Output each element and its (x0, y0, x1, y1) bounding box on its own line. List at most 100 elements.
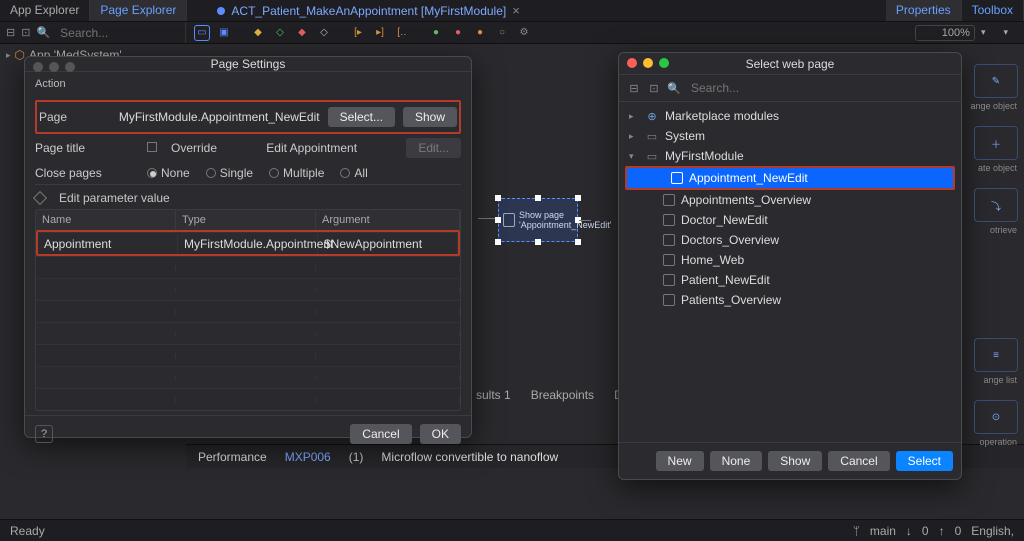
page-title-label: Page title (35, 141, 139, 155)
expand-icon-2[interactable]: ⊡ (647, 81, 661, 95)
chevron-right-icon: ▸ (629, 111, 639, 122)
dialog2-title: Select web page (746, 57, 835, 71)
page-icon (503, 213, 515, 227)
diamond-icon[interactable]: ◆ (250, 25, 266, 41)
bracket-icon-3[interactable]: [‥ (394, 25, 410, 41)
show-button[interactable]: Show (403, 107, 457, 127)
min-dot[interactable] (643, 58, 653, 68)
radio-all[interactable]: All (340, 166, 367, 180)
tab-toolbox[interactable]: Toolbox (962, 0, 1024, 21)
collapse-icon[interactable]: ⊟ (6, 26, 15, 40)
radio-multiple[interactable]: Multiple (269, 166, 324, 180)
tab-page-explorer[interactable]: Page Explorer (90, 0, 187, 21)
page-item[interactable]: Patients_Overview (619, 290, 961, 310)
ok-button[interactable]: OK (420, 424, 461, 444)
table-row-empty (36, 366, 460, 388)
tab-results[interactable]: sults 1 (472, 386, 515, 404)
none-button[interactable]: None (710, 451, 763, 471)
table-row-empty (36, 322, 460, 344)
activity-card[interactable]: ≡ange list (974, 338, 1018, 372)
edit-button: Edit... (406, 138, 461, 158)
col-type: Type (176, 210, 316, 230)
chevron-down-icon[interactable]: ▾ (981, 27, 986, 38)
tool-select[interactable]: ▭ (194, 25, 210, 41)
table-row-empty (36, 278, 460, 300)
max-dot[interactable] (659, 58, 669, 68)
radio-none[interactable]: None (147, 166, 190, 180)
col-name: Name (36, 210, 176, 230)
tab-properties[interactable]: Properties (886, 0, 962, 21)
help-button[interactable]: ? (35, 425, 53, 443)
page-item[interactable]: Patient_NewEdit (619, 270, 961, 290)
file-tab-label: ACT_Patient_MakeAnAppointment [MyFirstMo… (231, 4, 506, 18)
page-item-selected[interactable]: Appointment_NewEdit (627, 168, 953, 188)
table-row-empty (36, 388, 460, 410)
page-icon (663, 234, 675, 246)
select-button-2[interactable]: Select (896, 451, 953, 471)
parameter-table: Name Type Argument Appointment MyFirstMo… (35, 209, 461, 411)
circle-icon-1[interactable]: ● (428, 25, 444, 41)
table-row-empty (36, 344, 460, 366)
diamond-icon-2[interactable]: ◇ (272, 25, 288, 41)
select-button[interactable]: Select... (328, 107, 395, 127)
node-system[interactable]: ▸ ▭ System (619, 126, 961, 146)
chevron-down-icon: ▾ (629, 151, 639, 162)
status-ready: Ready (10, 524, 45, 538)
language-selector[interactable]: English, (971, 524, 1014, 538)
page-icon (671, 172, 683, 184)
page-icon (663, 294, 675, 306)
node-marketplace[interactable]: ▸ ⊕ Marketplace modules (619, 106, 961, 126)
tab-app-explorer[interactable]: App Explorer (0, 0, 90, 21)
pencil-icon (33, 191, 47, 205)
circle-icon-4[interactable]: ○ (494, 25, 510, 41)
dialog-title: Page Settings (211, 57, 286, 71)
tool-rect[interactable]: ▣ (216, 25, 232, 41)
bracket-icon-2[interactable]: ▸] (372, 25, 388, 41)
page-icon (663, 214, 675, 226)
page-icon (663, 274, 675, 286)
cancel-button-2[interactable]: Cancel (828, 451, 889, 471)
cancel-button[interactable]: Cancel (350, 424, 411, 444)
circle-icon-3[interactable]: ● (472, 25, 488, 41)
page-item[interactable]: Appointments_Overview (619, 190, 961, 210)
diamond-icon-3[interactable]: ◆ (294, 25, 310, 41)
node-module[interactable]: ▾ ▭ MyFirstModule (619, 146, 961, 166)
microflow-icon (217, 7, 225, 15)
close-dot[interactable] (627, 58, 637, 68)
microflow-activity[interactable]: Show page 'Appointment_NewEdit' (498, 198, 578, 242)
activity-card[interactable]: ✎ange object (974, 64, 1018, 98)
chevron-right-icon: ▸ (6, 50, 11, 61)
window-controls-2[interactable] (627, 58, 669, 68)
page-item[interactable]: Home_Web (619, 250, 961, 270)
page-item[interactable]: Doctors_Overview (619, 230, 961, 250)
activity-card[interactable]: ⊙operation (974, 400, 1018, 434)
chevron-down-icon-2[interactable]: ▾ (1003, 27, 1008, 38)
page-item[interactable]: Doctor_NewEdit (619, 210, 961, 230)
package-icon: ⊕ (645, 110, 659, 123)
show-button-2[interactable]: Show (768, 451, 822, 471)
up-arrow-icon: ↑ (939, 524, 945, 538)
window-controls[interactable] (33, 62, 75, 72)
close-icon[interactable]: × (512, 3, 520, 18)
page-search[interactable] (687, 79, 953, 97)
zoom-select[interactable]: 100% (915, 25, 975, 41)
activity-card[interactable]: ⤵otrieve (974, 188, 1018, 222)
page-icon (663, 254, 675, 266)
bracket-icon[interactable]: [▸ (350, 25, 366, 41)
tab-breakpoints[interactable]: Breakpoints (527, 386, 598, 404)
connector-left (478, 218, 496, 219)
radio-single[interactable]: Single (206, 166, 253, 180)
new-button[interactable]: New (656, 451, 704, 471)
gear-icon[interactable]: ⚙ (516, 25, 532, 41)
activity-card[interactable]: ＋ate object (974, 126, 1018, 160)
override-checkbox[interactable] (147, 141, 163, 155)
circle-icon-2[interactable]: ● (450, 25, 466, 41)
file-tab[interactable]: ACT_Patient_MakeAnAppointment [MyFirstMo… (207, 0, 529, 21)
expand-icon[interactable]: ⊡ (21, 26, 30, 40)
table-row[interactable]: Appointment MyFirstModule.Appointment $N… (38, 232, 458, 254)
toolbar-row: ⊟ ⊡ 🔍 ▭ ▣ ◆ ◇ ◆ ◇ [▸ ▸] [‥ ● ● ● ○ ⚙ 100… (0, 22, 1024, 44)
search-icon-2: 🔍 (667, 81, 681, 95)
branch-name[interactable]: main (870, 524, 896, 538)
diamond-icon-4[interactable]: ◇ (316, 25, 332, 41)
collapse-icon-2[interactable]: ⊟ (627, 81, 641, 95)
